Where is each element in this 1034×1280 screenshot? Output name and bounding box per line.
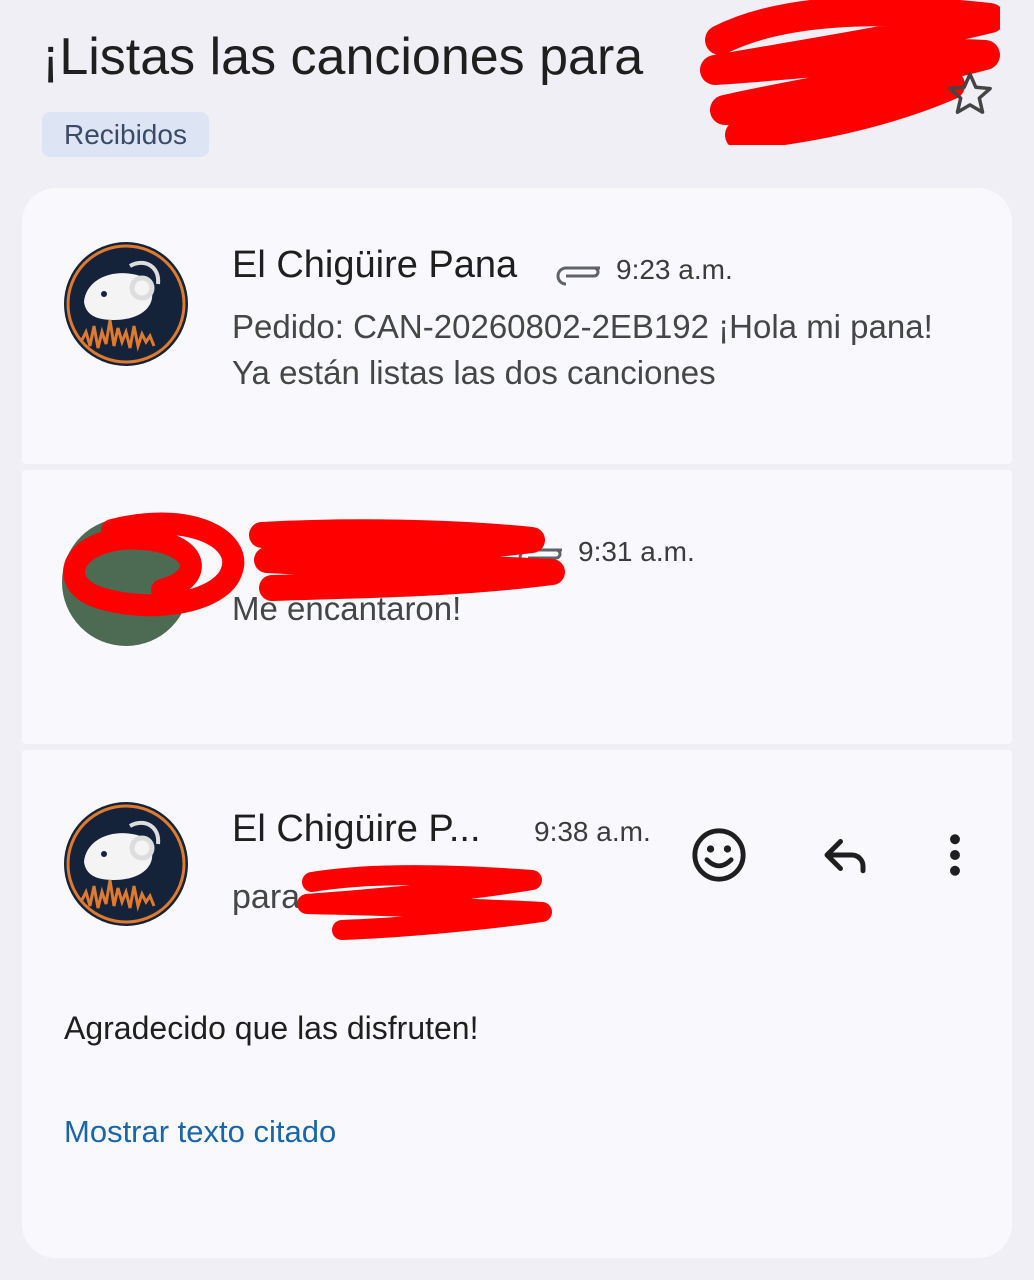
capybara-headphones-avatar — [64, 242, 188, 366]
emoji-icon — [692, 828, 746, 882]
recipient-line[interactable]: para — [232, 874, 300, 920]
message-body: Agradecido que las disfruten! — [64, 1010, 479, 1046]
emoji-reaction-button[interactable] — [684, 820, 754, 890]
message-card-1[interactable]: El Chigüire Pana 9:23 a.m. Pedido: CAN-2… — [22, 188, 1012, 464]
star-icon — [948, 72, 992, 114]
reply-button[interactable] — [810, 820, 880, 890]
message-time: 9:31 a.m. — [578, 536, 695, 567]
label-chip-inbox[interactable]: Recibidos — [42, 112, 209, 157]
message-snippet: Pedido: CAN-20260802-2EB192 ¡Hola mi pan… — [232, 308, 933, 391]
more-options-button[interactable] — [920, 820, 990, 890]
message-time: 9:38 a.m. — [534, 816, 651, 847]
redaction-sender — [63, 512, 565, 617]
reply-icon — [824, 839, 866, 874]
redaction-recipient — [297, 865, 552, 940]
show-quoted-text-link[interactable]: Mostrar texto citado — [64, 1114, 336, 1150]
message-time: 9:23 a.m. — [616, 254, 733, 285]
message-card-3: El Chigüire P... 9:38 a.m. para Agradeci… — [22, 750, 1012, 1258]
sender-name: El Chigüire Pana — [232, 244, 518, 286]
message-card-2[interactable]: 9:31 a.m. Me encantaron! — [22, 470, 1012, 744]
paperclip-icon — [556, 266, 600, 286]
thread-subject: ¡Listas las canciones para — [42, 28, 644, 86]
capybara-headphones-avatar — [64, 802, 188, 926]
sender-name: El Chigüire P... — [232, 808, 481, 850]
more-vert-icon — [950, 834, 960, 876]
star-button[interactable] — [944, 68, 996, 120]
